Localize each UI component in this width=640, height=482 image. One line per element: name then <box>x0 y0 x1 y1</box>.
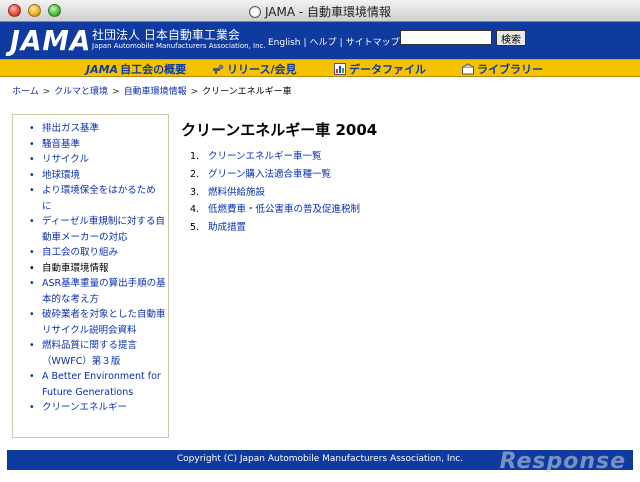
breadcrumb-env-info[interactable]: 自動車環境情報 <box>124 87 187 97</box>
chart-file-icon <box>334 63 346 75</box>
link-separator: | <box>303 38 307 48</box>
nav-item-label: 自工会の概要 <box>120 63 187 76</box>
nav-item-library[interactable]: ライブラリー <box>462 61 543 77</box>
bullet-icon: • <box>29 185 35 196</box>
jama-logo[interactable]: JAMA <box>10 24 91 57</box>
nav-item-release[interactable]: リリース/会見 <box>212 61 296 77</box>
bullet-icon: • <box>29 262 35 274</box>
sidebar-item-environment-conservation[interactable]: • より環境保全をはかるため に <box>25 183 168 214</box>
breadcrumb: ホーム > クルマと環境 > 自動車環境情報 > クリーンエネルギー車 <box>12 84 292 97</box>
window-titlebar: JAMA - 自動車環境情報 <box>0 0 640 22</box>
bullet-icon: • <box>29 309 35 320</box>
breadcrumb-separator: > <box>112 87 120 97</box>
microphone-icon <box>213 64 224 74</box>
sidebar-item-global-environment[interactable]: • 地球環境 <box>25 168 168 184</box>
sidebar-item-jama-initiatives[interactable]: • 自工会の取り組み <box>25 245 168 261</box>
nav-item-about[interactable]: JAMA 自工会の概要 <box>86 61 186 77</box>
sidebar-item-env-info-current: • 自動車環境情報 <box>25 261 168 277</box>
bullet-icon: • <box>29 138 35 150</box>
help-link[interactable]: ヘルプ <box>310 38 337 48</box>
breadcrumb-car-environment[interactable]: クルマと環境 <box>54 87 108 97</box>
bullet-icon: • <box>29 216 35 227</box>
header-links: English | ヘルプ | サイトマップ <box>268 35 400 48</box>
sidebar-item-recycling-briefing[interactable]: • 破砕業者を対象とした自動車リサイクル説明会資料 <box>25 307 168 338</box>
breadcrumb-home[interactable]: ホーム <box>12 87 39 97</box>
window-title: JAMA - 自動車環境情報 <box>0 3 640 20</box>
books-icon <box>462 63 474 75</box>
jama-logo-icon: JAMA <box>86 63 119 76</box>
link-separator: | <box>339 38 343 48</box>
content-item-green-purchase[interactable]: 2. グリーン購入法適合車種一覧 <box>190 166 360 184</box>
org-name-en: Japan Automobile Manufacturers Associati… <box>92 42 266 50</box>
bullet-icon: • <box>29 169 35 181</box>
item-number: 1. <box>190 151 200 162</box>
bullet-icon: • <box>29 123 35 134</box>
web-page-icon <box>248 6 261 18</box>
content-list: 1. クリーンエネルギー車一覧 2. グリーン購入法適合車種一覧 3. 燃料供給施設 … <box>190 148 360 237</box>
sidebar-item-recycle[interactable]: • リサイクル <box>25 152 168 168</box>
breadcrumb-separator: > <box>42 87 51 97</box>
sidebar: • 排出ガス基準 • 騒音基準 • リサイクル • 地球環境 • より環境保全をはかるため… <box>12 114 169 438</box>
sidebar-item-diesel-regulation[interactable]: • ディーゼル車規制に対する自動車メーカーの対応 <box>25 214 168 245</box>
breadcrumb-separator: > <box>190 87 199 97</box>
bullet-icon: • <box>29 340 35 351</box>
bullet-icon: • <box>29 402 35 413</box>
search-input[interactable] <box>400 30 492 45</box>
response-watermark: Response <box>499 449 626 474</box>
nav-item-datafile[interactable]: データファイル <box>334 61 426 77</box>
nav-item-label: ライブラリー <box>477 63 543 76</box>
search-button[interactable]: 検索 <box>496 30 526 46</box>
sidebar-list: • 排出ガス基準 • 騒音基準 • リサイクル • 地球環境 • より環境保全をはかるため… <box>13 115 168 416</box>
breadcrumb-current: クリーンエネルギー車 <box>202 87 292 97</box>
org-name-jp: 社団法人 日本自動車工業会 <box>92 28 240 42</box>
content-item-vehicle-list[interactable]: 1. クリーンエネルギー車一覧 <box>190 148 360 166</box>
bullet-icon: • <box>29 278 35 289</box>
item-number: 5. <box>190 222 200 234</box>
sitemap-link[interactable]: サイトマップ <box>346 38 400 48</box>
sidebar-item-emission-standards[interactable]: • 排出ガス基準 <box>25 121 168 137</box>
sidebar-item-clean-energy[interactable]: • クリーンエネルギー <box>25 400 168 416</box>
content-item-fuel-stations[interactable]: 3. 燃料供給施設 <box>190 184 360 202</box>
content-item-subsidies[interactable]: 5. 助成措置 <box>190 219 360 237</box>
nav-item-label: リリース/会見 <box>227 63 297 76</box>
page-title: クリーンエネルギー車 2004 <box>181 121 378 139</box>
item-number: 4. <box>190 204 200 216</box>
sidebar-item-better-environment[interactable]: • A Better Environment for Future Generat… <box>25 369 168 400</box>
bullet-icon: • <box>29 247 35 258</box>
english-link[interactable]: English <box>268 38 301 48</box>
nav-item-label: データファイル <box>349 63 426 76</box>
content-item-tax-incentives[interactable]: 4. 低燃費車・低公害車の普及促進税制 <box>190 201 360 219</box>
item-number: 2. <box>190 168 200 180</box>
sidebar-item-noise-standards[interactable]: • 騒音基準 <box>25 137 168 153</box>
site-header: JAMA 社団法人 日本自動車工業会 Japan Automobile Manu… <box>0 22 640 59</box>
sidebar-item-wwfc[interactable]: • 燃料品質に関する提言 （WWFC）第３版 <box>25 338 168 369</box>
item-number: 3. <box>190 186 200 198</box>
bullet-icon: • <box>29 154 35 165</box>
bullet-icon: • <box>29 371 35 382</box>
sidebar-item-asr-weight[interactable]: • ASR基準重量の算出手順の基本的な考え方 <box>25 276 168 307</box>
main-nav: JAMA 自工会の概要 リリース/会見 データファイル ライブラリー <box>0 59 640 77</box>
